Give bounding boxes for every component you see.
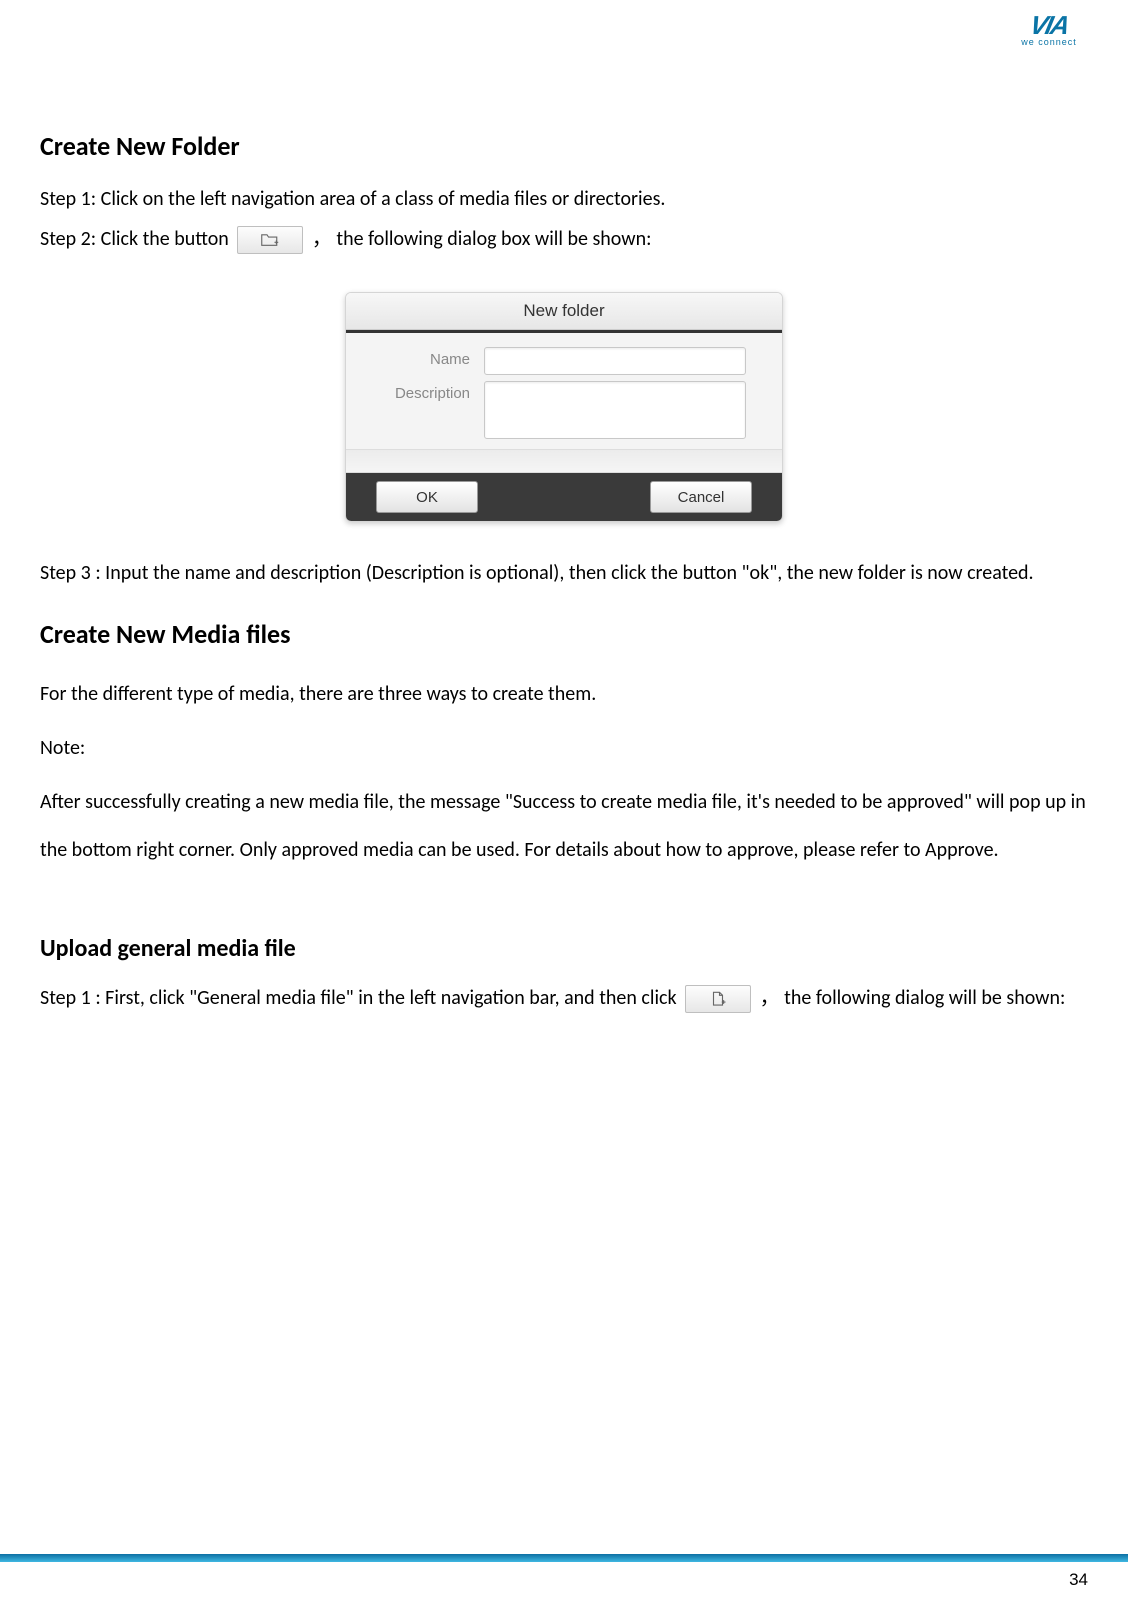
step1-text: Step 1: Click on the left navigation are…	[40, 182, 1088, 216]
cancel-button[interactable]: Cancel	[650, 481, 752, 513]
step2-pre: Step 2: Click the button	[40, 227, 229, 251]
description-label: Description	[360, 381, 484, 402]
new-file-icon-button[interactable]	[685, 985, 751, 1013]
step2-line: Step 2: Click the button ， the following…	[40, 222, 1088, 256]
media-intro: For the different type of media, there a…	[40, 670, 1088, 718]
heading-upload-general-media: Upload general media file	[40, 934, 1088, 963]
upload-step1-line: Step 1 : First, click "General media fil…	[40, 981, 1088, 1015]
footer-gradient-line	[0, 1554, 1128, 1562]
brand-logo: VIA we connect	[1004, 10, 1094, 54]
new-folder-dialog: New folder Name Description OK Cancel	[345, 292, 783, 522]
dialog-divider	[346, 449, 782, 473]
upload-step1-pre: Step 1 : First, click "General media fil…	[40, 986, 681, 1010]
dialog-footer: OK Cancel	[346, 473, 782, 521]
heading-create-new-folder: Create New Folder	[40, 130, 1088, 162]
file-plus-icon	[709, 991, 727, 1007]
ok-button[interactable]: OK	[376, 481, 478, 513]
name-input[interactable]	[484, 347, 746, 375]
step3-text: Step 3 : Input the name and description …	[40, 556, 1088, 590]
note-body: After successfully creating a new media …	[40, 778, 1088, 874]
note-label: Note:	[40, 724, 1088, 772]
heading-create-new-media: Create New Media files	[40, 618, 1088, 650]
dialog-body: Name Description	[346, 333, 782, 449]
folder-plus-icon	[261, 232, 279, 248]
name-label: Name	[360, 347, 484, 368]
logo-text: VIA	[1001, 10, 1098, 41]
upload-step1-post: ， the following dialog will be shown:	[760, 986, 1066, 1010]
page-number: 34	[1069, 1570, 1088, 1590]
description-input[interactable]	[484, 381, 746, 439]
dialog-title: New folder	[346, 293, 782, 330]
step2-post: ， the following dialog box will be shown…	[312, 227, 652, 251]
new-folder-icon-button[interactable]	[237, 226, 303, 254]
